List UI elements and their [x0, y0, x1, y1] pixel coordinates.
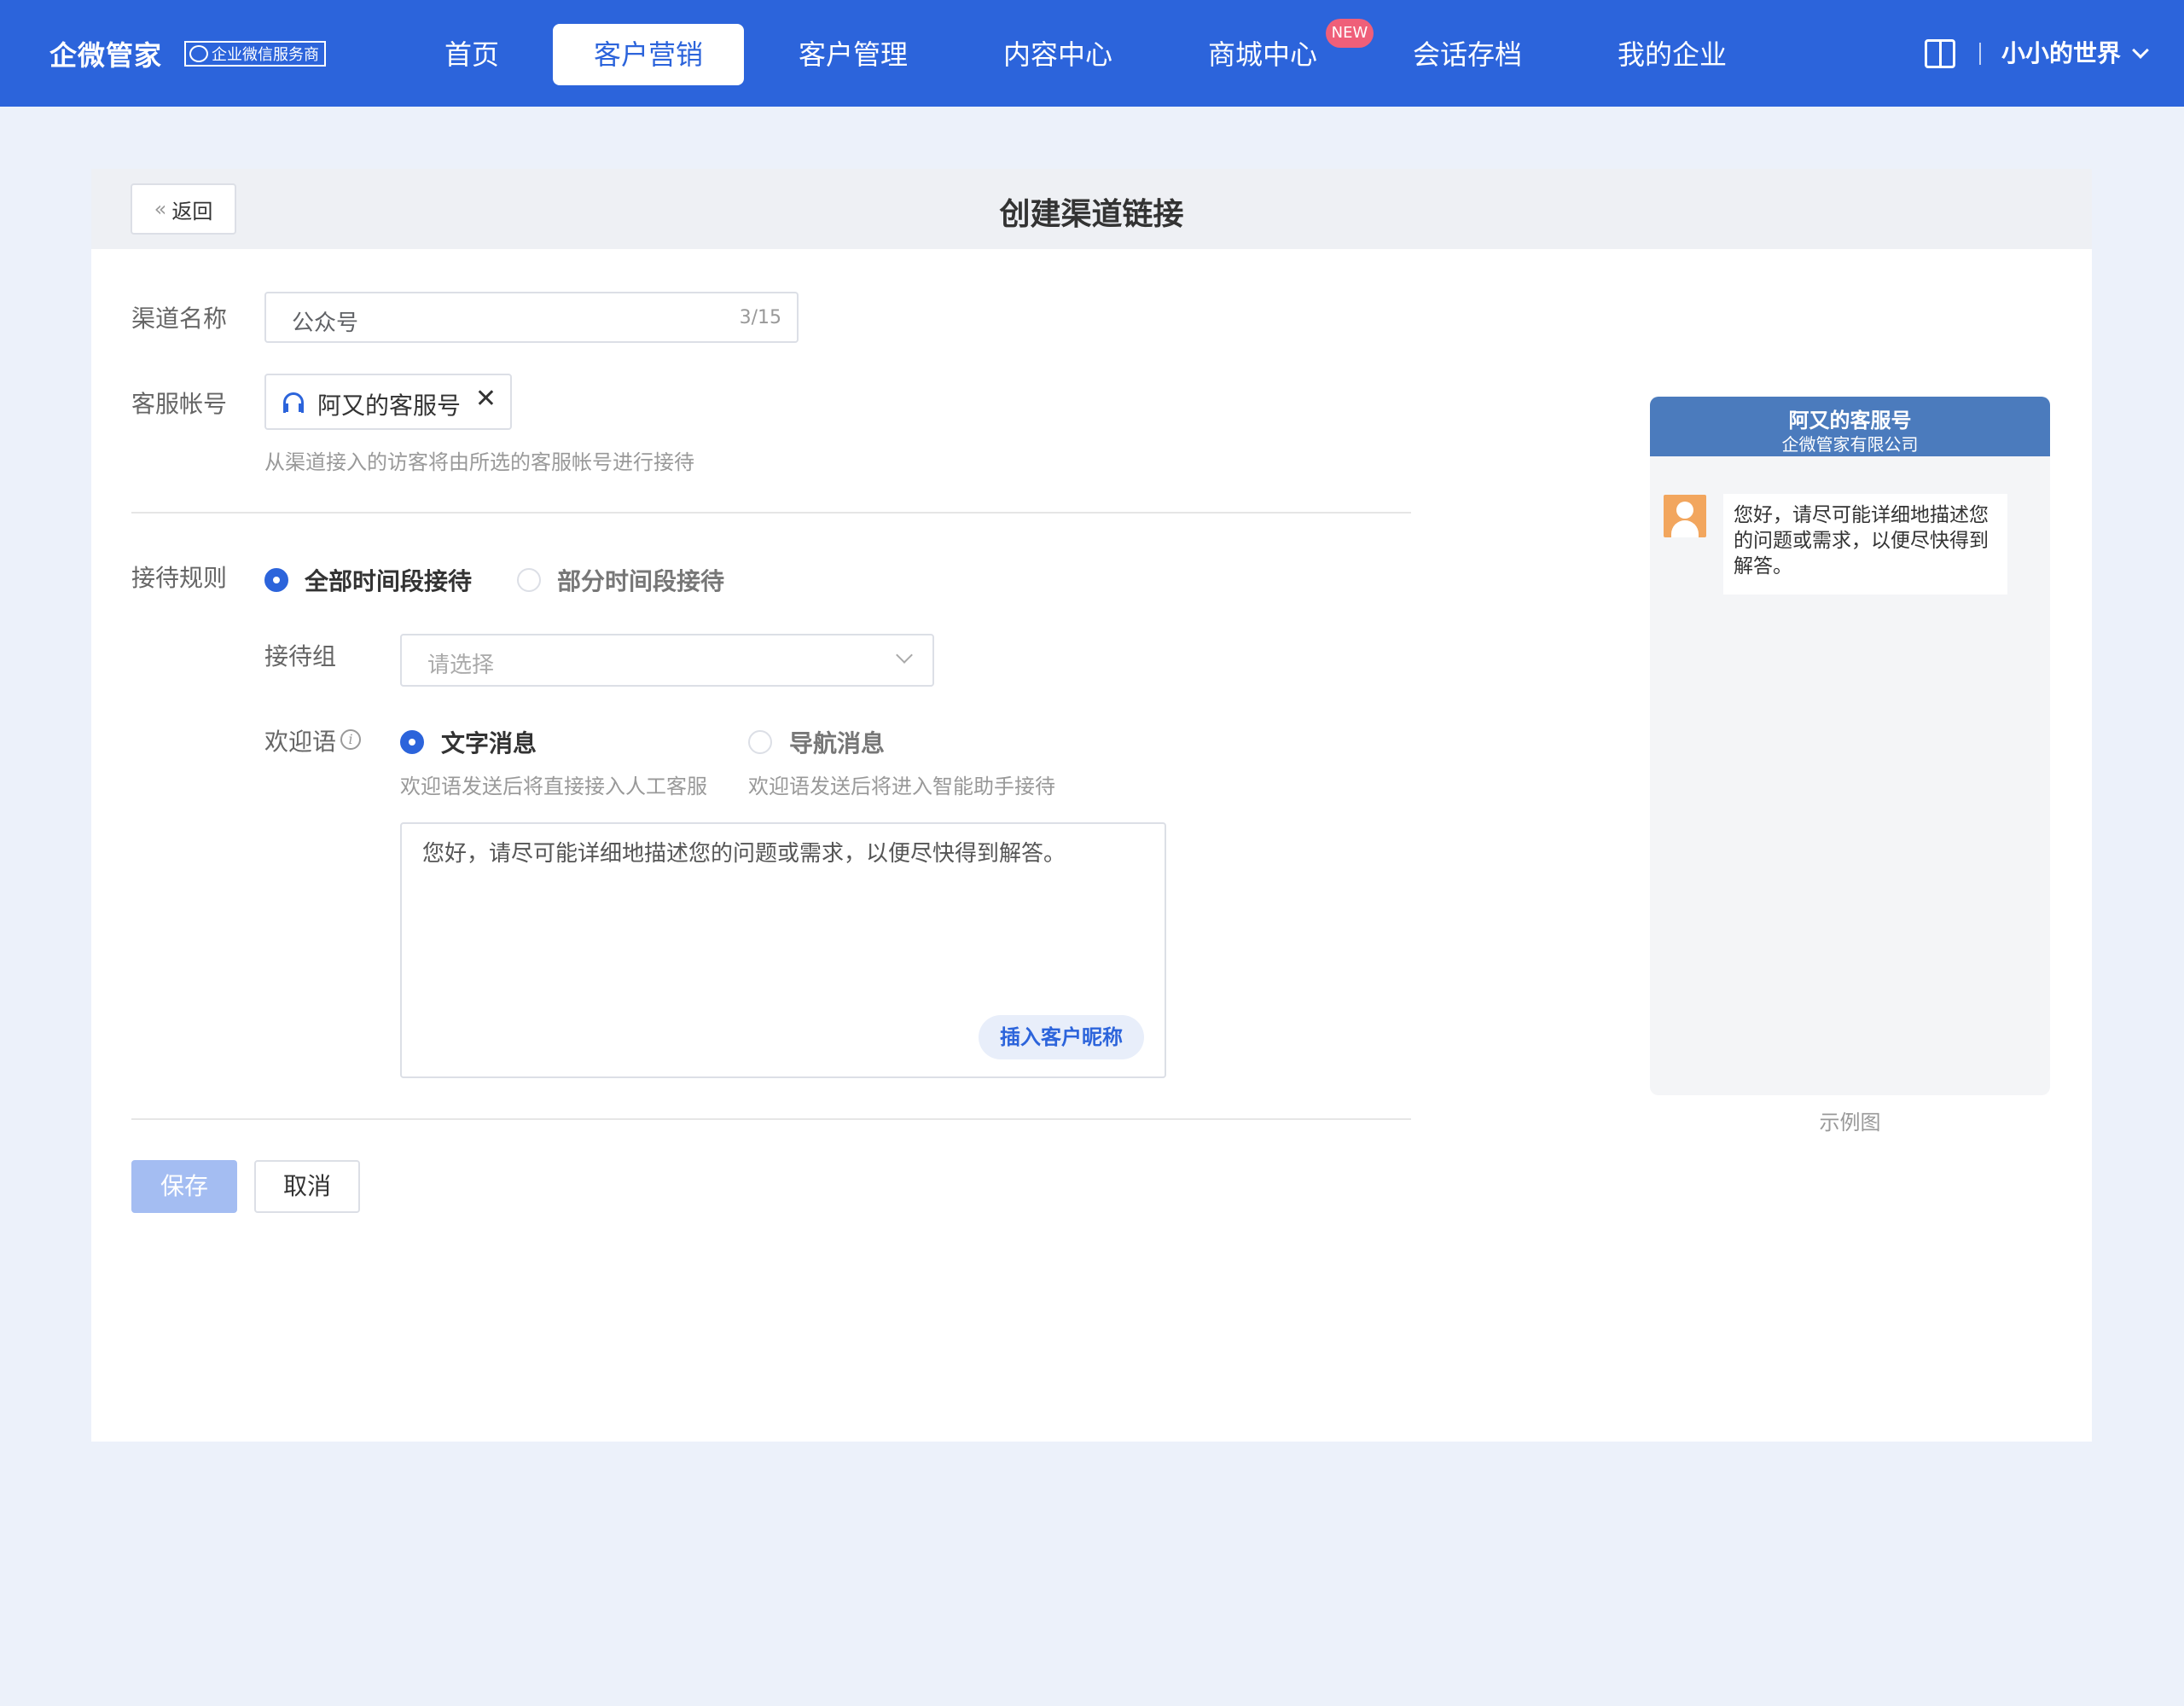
channel-name-value: 公众号 — [292, 310, 359, 336]
radio-text-message[interactable] — [400, 730, 424, 754]
preview-header: 阿又的客服号 企微管家有限公司 — [1650, 397, 2050, 456]
info-icon[interactable]: i — [340, 729, 361, 750]
brand-name: 企微管家 — [49, 39, 163, 72]
nav-home[interactable]: 首页 — [416, 24, 527, 85]
sample-label: 示例图 — [1819, 1111, 1881, 1134]
message-bubble: 您好，请尽可能详细地描述您 的问题或需求，以便尽快得到 解答。 — [1723, 494, 2007, 595]
message-line: 您好，请尽可能详细地描述您 — [1734, 504, 1989, 526]
new-badge: NEW — [1326, 19, 1374, 48]
chevron-down-icon — [896, 647, 913, 664]
radio-partial-time[interactable] — [517, 568, 541, 592]
welcome-textarea[interactable]: 您好，请尽可能详细地描述您的问题或需求，以便尽快得到解答。 插入客户昵称 — [400, 822, 1166, 1078]
panel-header: « 返回 创建渠道链接 — [91, 169, 2092, 249]
user-menu[interactable]: 小小的世界 — [2001, 34, 2121, 73]
radio-nav-message-label[interactable]: 导航消息 — [789, 725, 885, 759]
radio-all-time[interactable] — [264, 568, 288, 592]
service-account-label: 客服帐号 — [131, 390, 228, 418]
channel-name-input[interactable]: 公众号 3/15 — [264, 292, 799, 343]
book-icon[interactable] — [1925, 39, 1955, 68]
welcome-label: 欢迎语 — [264, 728, 337, 756]
divider — [131, 1118, 1411, 1120]
preview-company: 企微管家有限公司 — [1781, 434, 1919, 455]
char-counter: 3/15 — [739, 307, 781, 328]
welcome-text: 您好，请尽可能详细地描述您的问题或需求，以便尽快得到解答。 — [422, 841, 1066, 867]
text-message-desc: 欢迎语发送后将直接接入人工客服 — [400, 775, 707, 798]
headset-icon — [283, 392, 304, 413]
badge-text: 企业微信服务商 — [212, 46, 320, 64]
insert-nickname-button[interactable]: 插入客户昵称 — [979, 1015, 1144, 1059]
channel-name-label: 渠道名称 — [131, 305, 228, 333]
divider — [131, 512, 1411, 514]
nav-customer-marketing[interactable]: 客户营销 — [553, 24, 744, 85]
service-account-hint: 从渠道接入的访客将由所选的客服帐号进行接待 — [264, 450, 694, 474]
service-account-tag[interactable]: 阿又的客服号 ✕ — [264, 374, 512, 430]
radio-all-time-label[interactable]: 全部时间段接待 — [305, 563, 472, 597]
radio-nav-message[interactable] — [748, 730, 772, 754]
radio-text-message-label[interactable]: 文字消息 — [441, 725, 537, 759]
nav-customer-management[interactable]: 客户管理 — [785, 24, 921, 85]
service-account-name: 阿又的客服号 — [317, 392, 462, 420]
reception-group-label: 接待组 — [264, 642, 337, 670]
top-nav-bar: 企微管家 企业微信服务商 首页 客户营销 客户管理 内容中心 商城中心 NEW … — [0, 0, 2184, 107]
avatar — [1664, 495, 1706, 537]
nav-my-enterprise[interactable]: 我的企业 — [1604, 24, 1740, 85]
select-placeholder: 请选择 — [427, 653, 495, 678]
message-line: 的问题或需求，以便尽快得到 — [1734, 530, 1989, 552]
nav-session-archive[interactable]: 会话存档 — [1399, 24, 1536, 85]
separator — [1979, 43, 1981, 65]
preview-phone: 阿又的客服号 企微管家有限公司 您好，请尽可能详细地描述您 的问题或需求，以便尽… — [1650, 397, 2050, 1095]
save-button[interactable]: 保存 — [131, 1160, 237, 1213]
nav-mall-center[interactable]: 商城中心 — [1194, 24, 1331, 85]
close-icon[interactable]: ✕ — [475, 384, 497, 414]
wechat-work-icon — [189, 45, 209, 62]
message-line: 解答。 — [1734, 555, 1792, 577]
reception-rule-label: 接待规则 — [131, 564, 228, 592]
preview-account-name: 阿又的客服号 — [1788, 409, 1912, 432]
reception-group-select[interactable]: 请选择 — [400, 634, 934, 687]
brand-logo[interactable]: 企微管家 企业微信服务商 — [49, 36, 327, 72]
radio-partial-time-label[interactable]: 部分时间段接待 — [557, 563, 724, 597]
service-provider-badge: 企业微信服务商 — [184, 41, 327, 67]
nav-content-center[interactable]: 内容中心 — [990, 24, 1126, 85]
chevron-down-icon[interactable] — [2132, 42, 2149, 59]
cancel-button[interactable]: 取消 — [254, 1160, 360, 1213]
page-title: 创建渠道链接 — [999, 197, 1184, 232]
nav-message-desc: 欢迎语发送后将进入智能助手接待 — [748, 775, 1055, 798]
